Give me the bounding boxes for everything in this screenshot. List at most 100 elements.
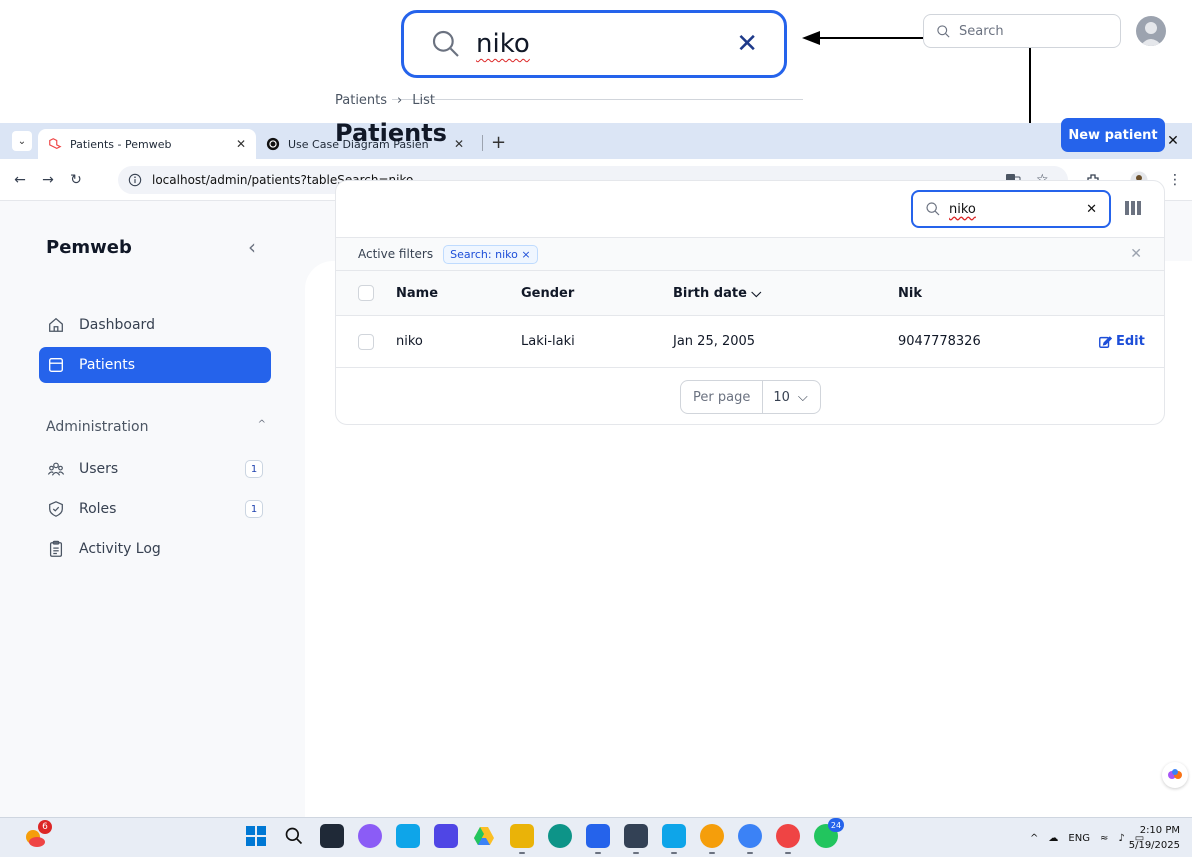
new-tab-button[interactable]: + — [491, 132, 506, 153]
global-search-input[interactable]: Search — [923, 14, 1121, 48]
file-explorer-icon[interactable] — [510, 824, 534, 854]
windows-logo-icon — [246, 826, 266, 846]
clear-search-icon[interactable]: ✕ — [1086, 202, 1097, 217]
screenshot-root: niko ✕ ⌄ Patients - Pemweb ✕ Use Case Di… — [0, 0, 1192, 857]
group-label: Administration — [46, 419, 149, 435]
tab-list-chevron-icon[interactable]: ⌄ — [12, 131, 32, 151]
callout-divider — [392, 99, 803, 100]
new-patient-button[interactable]: New patient — [1061, 118, 1165, 152]
sidebar-group-administration[interactable]: Administration ^ — [46, 419, 266, 435]
sidebar-item-activity-log[interactable]: Activity Log — [39, 531, 271, 567]
chrome-icon[interactable] — [776, 824, 800, 854]
breadcrumb: Patients › List — [335, 93, 435, 108]
users-icon — [47, 462, 65, 476]
drive-triangle-icon — [474, 827, 494, 845]
sidebar-item-label: Activity Log — [79, 541, 161, 557]
tab-close-icon[interactable]: ✕ — [236, 137, 246, 151]
filter-chip-search[interactable]: Search: niko × — [443, 244, 538, 264]
breadcrumb-current: List — [412, 93, 435, 108]
zoomed-clear-icon: ✕ — [736, 29, 758, 59]
clear-filters-icon[interactable]: ✕ — [1130, 246, 1142, 262]
site-info-icon[interactable] — [128, 173, 142, 187]
edit-link[interactable]: Edit — [1098, 316, 1145, 367]
wifi-icon[interactable]: ≈ — [1100, 833, 1108, 844]
user-avatar[interactable] — [1136, 16, 1166, 46]
column-toggle-icon[interactable] — [1124, 200, 1142, 216]
sidebar-collapse-icon[interactable]: ‹ — [248, 235, 256, 259]
home-icon — [49, 317, 63, 332]
cell-gender: Laki-laki — [521, 334, 575, 349]
table-row[interactable]: niko Laki-laki Jan 25, 2005 9047778326 E… — [336, 316, 1164, 368]
clock-time: 2:10 PM — [1139, 825, 1180, 836]
browser-menu-icon[interactable]: ⋮ — [1168, 159, 1182, 201]
taskbar-search[interactable] — [282, 824, 306, 848]
sidebar: Pemweb ‹ Dashboard Patients Administrati… — [0, 201, 305, 817]
column-header-name[interactable]: Name — [396, 271, 438, 315]
search-icon — [285, 827, 303, 845]
brand-logo: Pemweb — [46, 237, 132, 258]
sidebar-item-patients[interactable]: Patients — [39, 347, 271, 383]
breadcrumb-separator-icon: › — [397, 93, 403, 108]
sidebar-item-users[interactable]: Users 1 — [39, 451, 271, 487]
search-icon — [432, 30, 459, 57]
whatsapp-icon[interactable]: 24 — [814, 818, 844, 848]
select-all-checkbox[interactable] — [358, 285, 374, 301]
row-checkbox-cell — [358, 316, 374, 367]
tab-close-icon[interactable]: ✕ — [454, 137, 464, 151]
table-search-input[interactable]: niko ✕ — [911, 190, 1111, 228]
laravel-favicon-icon — [49, 138, 62, 150]
weather-badge: 6 — [38, 820, 52, 834]
search-icon — [937, 24, 950, 38]
tab-separator — [482, 135, 483, 151]
sidebar-item-roles[interactable]: Roles 1 — [39, 491, 271, 527]
sidebar-item-label: Users — [79, 461, 119, 477]
google-drive-icon[interactable] — [472, 824, 496, 848]
word-icon[interactable] — [586, 824, 610, 854]
shield-check-icon — [49, 501, 63, 517]
forward-arrow-icon[interactable]: → — [34, 172, 62, 188]
notes-app-icon[interactable] — [434, 824, 458, 848]
row-checkbox[interactable] — [358, 333, 374, 350]
app-bubble-icon[interactable] — [738, 824, 762, 854]
openai-favicon-icon — [266, 137, 280, 151]
zoomed-search-callout: niko ✕ — [401, 10, 787, 78]
taskbar-clock[interactable]: 2:10 PM 5/19/2025 — [1120, 823, 1180, 853]
browser-tab-strip: ⌄ Patients - Pemweb ✕ Use Case Diagram P… — [0, 123, 1192, 159]
tray-chevron-up-icon[interactable]: ^ — [1030, 833, 1038, 844]
chevron-down-icon: ⌵ — [797, 389, 808, 405]
per-page-select[interactable]: Per page 10 ⌵ — [680, 380, 821, 414]
edit-label: Edit — [1116, 334, 1145, 349]
tab-patients-pemweb[interactable]: Patients - Pemweb ✕ — [38, 129, 256, 159]
running-indicator — [709, 852, 715, 854]
start-button[interactable] — [244, 824, 268, 848]
edge-browser-icon[interactable] — [548, 824, 572, 848]
per-page-label: Per page — [681, 381, 764, 413]
language-indicator[interactable]: ENG — [1068, 833, 1090, 844]
tab-title: Patients - Pemweb — [70, 137, 172, 151]
sidebar-item-dashboard[interactable]: Dashboard — [39, 307, 271, 343]
clipboard-list-icon — [49, 540, 63, 557]
column-header-gender[interactable]: Gender — [521, 271, 574, 315]
sidebar-item-label: Patients — [79, 357, 136, 373]
copilot-icon[interactable] — [358, 824, 382, 848]
notification-badge: 24 — [828, 818, 844, 832]
onedrive-icon[interactable]: ☁ — [1048, 833, 1058, 844]
breadcrumb-patients-link[interactable]: Patients — [335, 93, 387, 108]
column-header-nik[interactable]: Nik — [898, 271, 922, 315]
floating-assistant-icon[interactable] — [1162, 762, 1188, 788]
task-view-icon[interactable] — [320, 824, 344, 848]
running-indicator — [747, 852, 753, 854]
terminal-icon[interactable] — [624, 824, 648, 854]
taskbar-apps: 24 — [244, 818, 844, 854]
reload-icon[interactable]: ↻ — [62, 172, 90, 188]
back-arrow-icon[interactable]: ← — [6, 172, 34, 188]
running-indicator — [785, 852, 791, 854]
vscode-icon[interactable] — [662, 824, 686, 854]
chrome-profile-icon[interactable] — [700, 824, 724, 854]
cell-nik: 9047778326 — [898, 334, 981, 349]
count-badge: 1 — [245, 460, 263, 478]
weather-widget[interactable]: 6 — [22, 820, 52, 850]
cell-name: niko — [396, 334, 423, 349]
store-icon[interactable] — [396, 824, 420, 848]
column-header-birth-date[interactable]: Birth date ⌵ — [673, 271, 761, 315]
